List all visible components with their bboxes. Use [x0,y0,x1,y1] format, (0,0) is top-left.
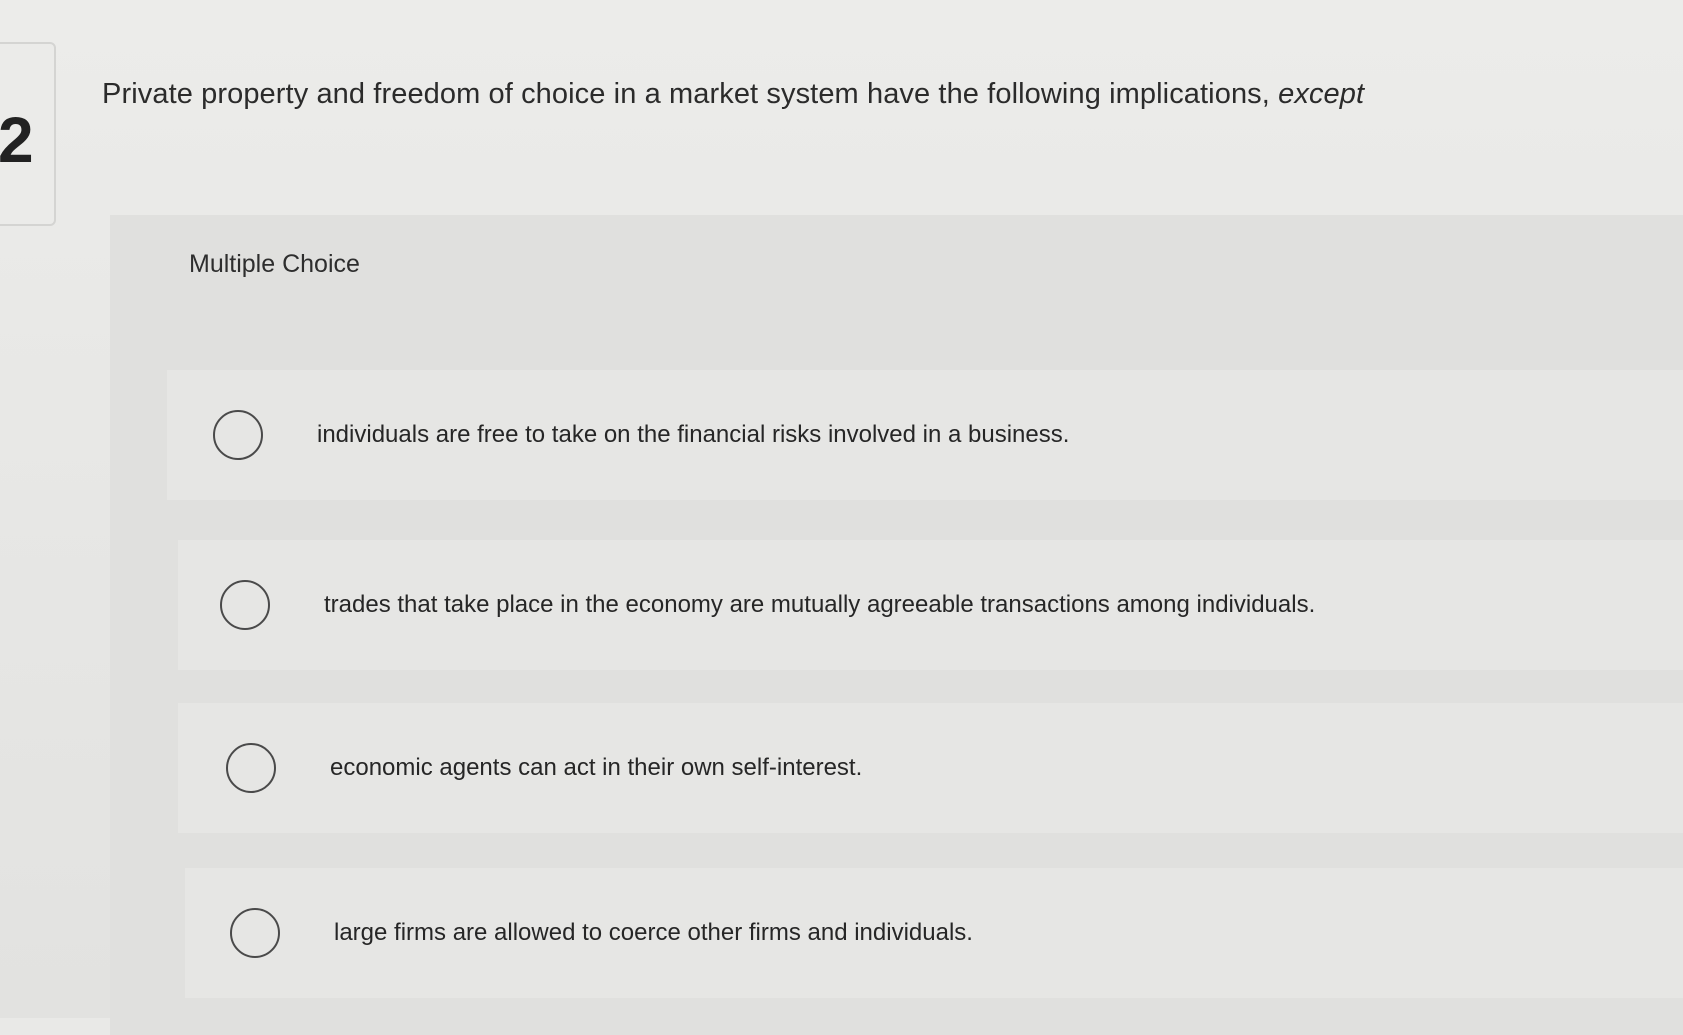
question-number-tab[interactable]: 2 [0,42,56,226]
choice-option-text: economic agents can act in their own sel… [330,754,863,781]
question-prompt: Private property and freedom of choice i… [102,78,1364,111]
choice-option-text: trades that take place in the economy ar… [324,591,1316,618]
question-prompt-emphasis: except [1278,78,1365,110]
question-prompt-text: Private property and freedom of choice i… [102,78,1270,110]
choice-option-text: individuals are free to take on the fina… [317,421,1070,448]
radio-button-icon[interactable] [220,580,270,630]
radio-button-icon[interactable] [226,743,276,793]
choice-option-2[interactable]: trades that take place in the economy ar… [178,540,1683,670]
question-number: 2 [0,104,34,176]
choice-option-1[interactable]: individuals are free to take on the fina… [167,370,1683,500]
radio-button-icon[interactable] [213,410,263,460]
choice-option-4[interactable]: large firms are allowed to coerce other … [185,868,1683,998]
choices-type-label: Multiple Choice [189,250,360,278]
choice-option-3[interactable]: economic agents can act in their own sel… [178,703,1683,833]
radio-button-icon[interactable] [230,908,280,958]
choice-option-text: large firms are allowed to coerce other … [334,919,973,946]
